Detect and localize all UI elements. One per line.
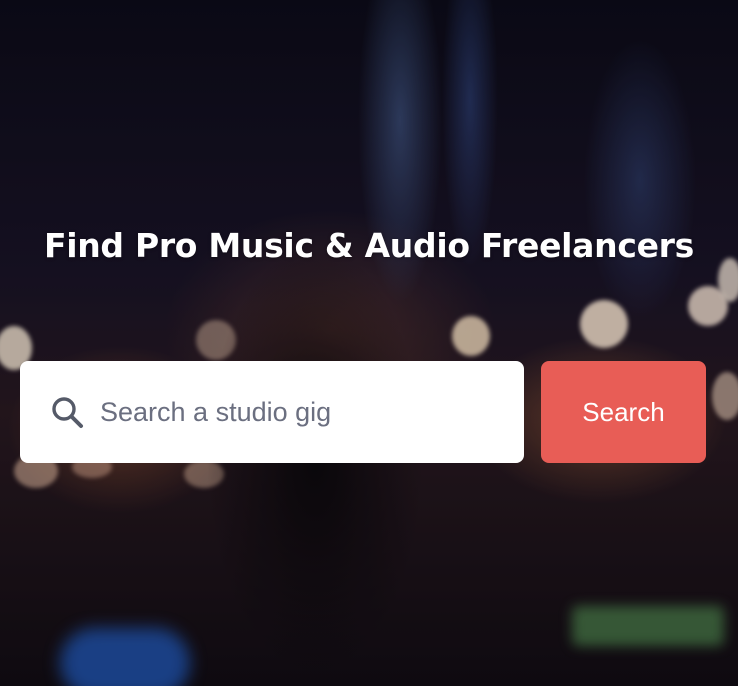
search-button[interactable]: Search	[541, 361, 706, 463]
search-input[interactable]	[100, 382, 500, 442]
hero-headline: Find Pro Music & Audio Freelancers	[43, 226, 694, 265]
hero-section: Find Pro Music & Audio Freelancers Searc…	[0, 0, 738, 686]
search-box[interactable]	[20, 361, 524, 463]
background-overlay	[0, 0, 738, 686]
search-icon	[48, 393, 86, 431]
